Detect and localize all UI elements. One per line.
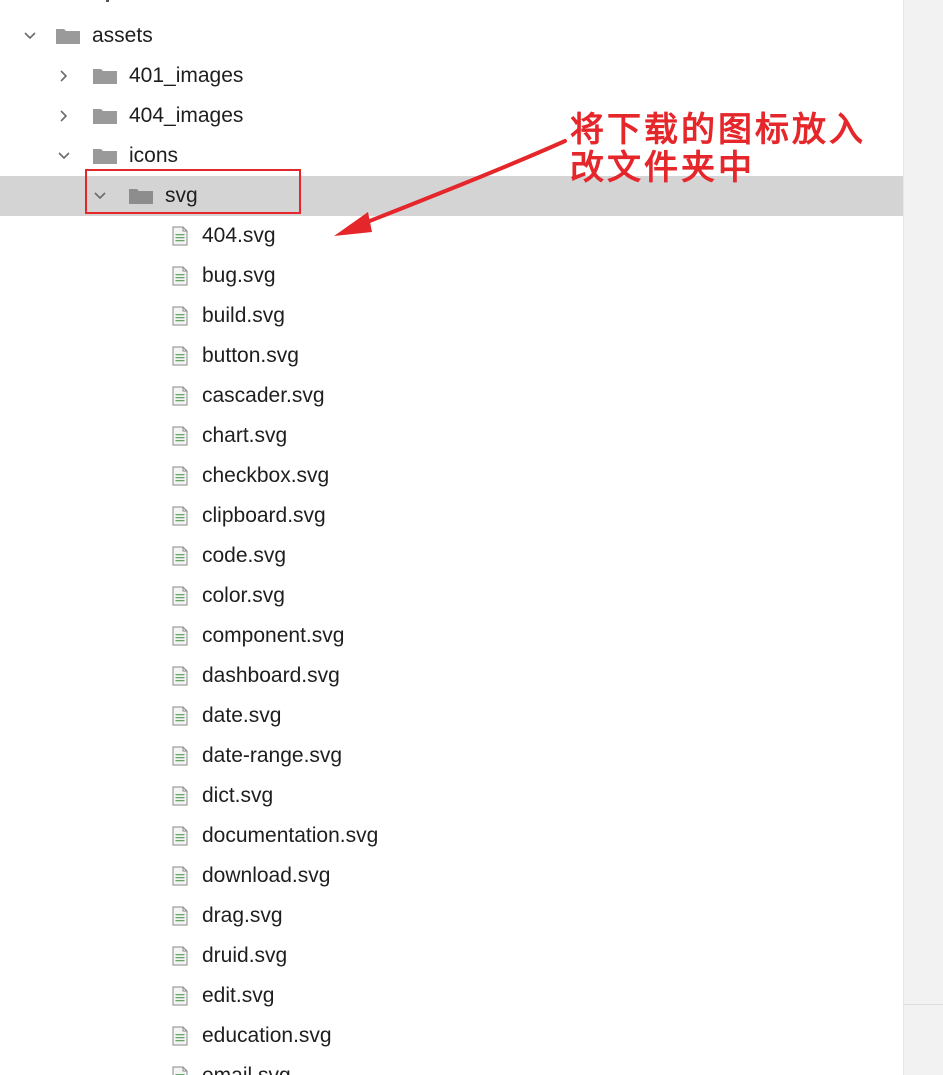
file-item[interactable]: build.svg — [0, 296, 903, 336]
folder-icon — [92, 147, 118, 165]
side-panel-gutter — [903, 0, 943, 1075]
file-name: email.svg — [202, 1065, 291, 1075]
file-item[interactable]: color.svg — [0, 576, 903, 616]
file-name: color.svg — [202, 584, 285, 607]
tree-item-401-images[interactable]: 401_images — [0, 56, 903, 96]
chevron-down-icon[interactable] — [56, 148, 72, 164]
file-name: download.svg — [202, 864, 331, 887]
svg-file-icon — [172, 746, 188, 766]
svg-file-icon — [172, 506, 188, 526]
file-name: bug.svg — [202, 264, 276, 287]
tree-item-label: assets — [92, 24, 153, 47]
file-item[interactable]: date-range.svg — [0, 736, 903, 776]
file-name: chart.svg — [202, 424, 288, 447]
file-name: component.svg — [202, 624, 345, 647]
file-item[interactable]: button.svg — [0, 336, 903, 376]
file-item[interactable]: chart.svg — [0, 416, 903, 456]
svg-file-icon — [172, 986, 188, 1006]
chevron-right-icon[interactable] — [56, 108, 72, 124]
tree-item-label: icons — [129, 144, 179, 167]
svg-file-icon — [172, 546, 188, 566]
file-item[interactable]: download.svg — [0, 856, 903, 896]
gutter-divider — [903, 1004, 943, 1005]
svg-file-icon — [172, 266, 188, 286]
file-name: dashboard.svg — [202, 664, 340, 687]
file-item[interactable]: component.svg — [0, 616, 903, 656]
svg-file-icon — [172, 666, 188, 686]
svg-file-icon — [172, 226, 188, 246]
file-item[interactable]: education.svg — [0, 1016, 903, 1056]
file-item[interactable]: clipboard.svg — [0, 496, 903, 536]
file-name: build.svg — [202, 304, 285, 327]
file-item[interactable]: cascader.svg — [0, 376, 903, 416]
file-item[interactable]: 404.svg — [0, 216, 903, 256]
svg-file-icon — [172, 906, 188, 926]
file-item[interactable]: edit.svg — [0, 976, 903, 1016]
file-name: 404.svg — [202, 224, 276, 247]
tree-item-label: 404_images — [129, 104, 244, 127]
file-name: drag.svg — [202, 904, 283, 927]
annotation-line-2: 改文件夹中 — [570, 148, 755, 188]
file-item[interactable]: dashboard.svg — [0, 656, 903, 696]
file-item[interactable]: druid.svg — [0, 936, 903, 976]
svg-file-icon — [172, 586, 188, 606]
file-name: date.svg — [202, 704, 282, 727]
svg-file-icon — [172, 826, 188, 846]
file-name: checkbox.svg — [202, 464, 330, 487]
svg-file-icon — [172, 346, 188, 366]
chevron-down-icon[interactable] — [22, 28, 38, 44]
file-name: documentation.svg — [202, 824, 379, 847]
tree-item-label: 401_images — [129, 64, 244, 87]
folder-icon — [92, 107, 118, 125]
file-item[interactable]: code.svg — [0, 536, 903, 576]
file-item[interactable]: email.svg — [0, 1056, 903, 1075]
folder-icon — [92, 67, 118, 85]
svg-file-icon — [172, 1026, 188, 1046]
file-name: code.svg — [202, 544, 287, 567]
file-item[interactable]: drag.svg — [0, 896, 903, 936]
svg-file-icon — [172, 946, 188, 966]
file-item[interactable]: documentation.svg — [0, 816, 903, 856]
file-name: edit.svg — [202, 984, 275, 1007]
svg-file-icon — [172, 466, 188, 486]
svg-file-icon — [172, 426, 188, 446]
svg-file-icon — [172, 306, 188, 326]
file-name: clipboard.svg — [202, 504, 326, 527]
svg-file-icon — [172, 866, 188, 886]
file-item[interactable]: date.svg — [0, 696, 903, 736]
svg-file-icon — [172, 706, 188, 726]
highlight-box — [85, 169, 301, 214]
folder-icon — [55, 27, 81, 45]
annotation-text: 将下载的图标放入 改文件夹中 — [570, 111, 866, 187]
file-name: druid.svg — [202, 944, 288, 967]
file-name: date-range.svg — [202, 744, 343, 767]
chevron-right-icon[interactable] — [56, 68, 72, 84]
file-name: dict.svg — [202, 784, 274, 807]
tree-item-assets[interactable]: assets — [0, 16, 903, 56]
annotation-line-1: 将下载的图标放入 — [570, 110, 866, 150]
file-name: education.svg — [202, 1024, 332, 1047]
file-item[interactable]: bug.svg — [0, 256, 903, 296]
file-name: cascader.svg — [202, 384, 325, 407]
svg-file-icon — [172, 786, 188, 806]
svg-file-icon — [172, 386, 188, 406]
svg-file-icon — [172, 626, 188, 646]
svg-file-icon — [172, 1066, 188, 1075]
clipped-row-fragment — [106, 0, 109, 2]
file-name: button.svg — [202, 344, 299, 367]
file-item[interactable]: dict.svg — [0, 776, 903, 816]
file-item[interactable]: checkbox.svg — [0, 456, 903, 496]
